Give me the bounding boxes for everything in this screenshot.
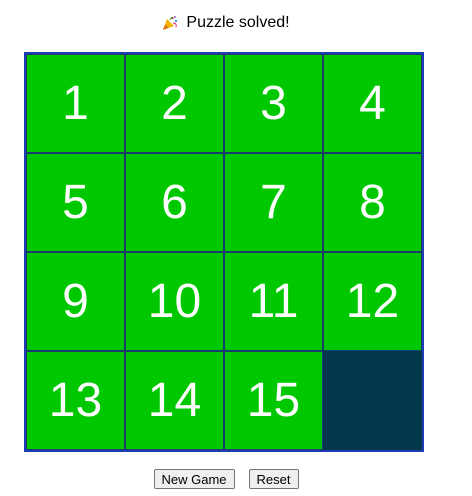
reset-button[interactable]: Reset [248, 469, 299, 489]
tile[interactable]: 9 [26, 252, 125, 351]
tile[interactable]: 2 [125, 54, 224, 153]
tile[interactable]: 6 [125, 153, 224, 252]
tile[interactable]: 10 [125, 252, 224, 351]
new-game-button[interactable]: New Game [153, 469, 235, 489]
tile[interactable]: 15 [224, 351, 323, 450]
tile[interactable]: 3 [224, 54, 323, 153]
tile[interactable]: 13 [26, 351, 125, 450]
empty-slot [323, 351, 422, 450]
tile[interactable]: 12 [323, 252, 422, 351]
tile[interactable]: 11 [224, 252, 323, 351]
tile[interactable]: 7 [224, 153, 323, 252]
status-bar: Puzzle solved! [0, 11, 452, 35]
tile[interactable]: 4 [323, 54, 422, 153]
tile[interactable]: 8 [323, 153, 422, 252]
controls: New Game Reset [0, 469, 452, 489]
tile[interactable]: 14 [125, 351, 224, 450]
status-text: Puzzle solved! [186, 14, 290, 31]
puzzle-board: 1 2 3 4 5 6 7 8 9 10 11 12 13 14 15 [24, 52, 424, 452]
tile[interactable]: 5 [26, 153, 125, 252]
tile[interactable]: 1 [26, 54, 125, 153]
party-popper-icon [162, 15, 178, 31]
